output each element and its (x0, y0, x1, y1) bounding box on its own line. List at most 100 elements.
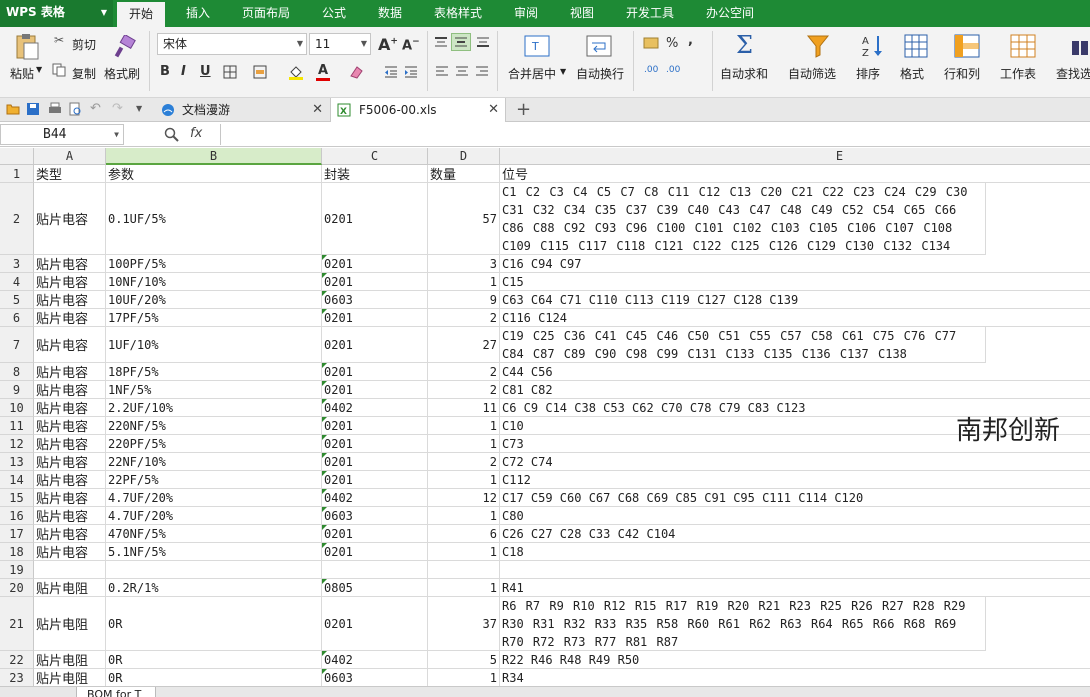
cell-quantity[interactable]: 57 (428, 183, 500, 255)
cell-param[interactable]: 220NF/5% (106, 417, 322, 435)
save-icon[interactable] (26, 102, 40, 116)
cell-param[interactable]: 0.2R/1% (106, 579, 322, 597)
sheet-tab[interactable]: BOM for T (76, 687, 156, 697)
cell-package[interactable]: 0201 (322, 435, 428, 453)
increase-font-icon[interactable]: A+ (378, 35, 398, 54)
row-number[interactable]: 18 (0, 543, 34, 561)
align-top-icon[interactable] (434, 36, 448, 48)
row-number[interactable]: 9 (0, 381, 34, 399)
align-bottom-icon[interactable] (476, 36, 490, 48)
cell-type[interactable]: 贴片电容 (34, 363, 106, 381)
align-left-icon[interactable] (435, 66, 449, 78)
cell-type[interactable]: 贴片电容 (34, 255, 106, 273)
wrap-text-button[interactable]: 自动换行 (576, 65, 624, 82)
cell-reference[interactable]: C17 C59 C60 C67 C68 C69 C85 C91 C95 C111… (500, 489, 1090, 507)
cell-param[interactable]: 22NF/10% (106, 453, 322, 471)
header-package[interactable]: 封装 (322, 165, 428, 183)
comma-icon[interactable]: , (688, 33, 693, 48)
new-tab-icon[interactable]: + (516, 99, 531, 120)
menu-office-space[interactable]: 办公空间 (706, 0, 754, 27)
cell-param[interactable]: 100PF/5% (106, 255, 322, 273)
row-number[interactable]: 22 (0, 651, 34, 669)
fill-color-icon[interactable] (288, 64, 304, 80)
column-header-b[interactable]: B (106, 148, 322, 165)
cell-package[interactable]: 0402 (322, 489, 428, 507)
cut-button[interactable]: 剪切 (72, 36, 96, 53)
decrease-decimal-icon[interactable]: .00 (666, 65, 680, 75)
cell-reference[interactable]: C72 C74 (500, 453, 1090, 471)
cell-reference[interactable]: C1 C2 C3 C4 C5 C7 C8 C11 C12 C13 C20 C21… (500, 183, 986, 255)
cell-type[interactable]: 贴片电容 (34, 327, 106, 363)
row-col-button[interactable]: 行和列 (944, 65, 980, 82)
cell-param[interactable]: 0R (106, 597, 322, 651)
increase-decimal-icon[interactable]: .00 (644, 65, 658, 75)
cell-package[interactable]: 0603 (322, 291, 428, 309)
cell-package[interactable]: 0201 (322, 453, 428, 471)
merge-center-button[interactable]: 合并居中 (508, 65, 556, 82)
cell-reference[interactable]: R34 (500, 669, 1090, 686)
menu-data[interactable]: 数据 (378, 0, 402, 27)
header-type[interactable]: 类型 (34, 165, 106, 183)
header-reference[interactable]: 位号 (500, 165, 1090, 183)
cell-type[interactable]: 贴片电容 (34, 273, 106, 291)
autosum-button[interactable]: 自动求和 (720, 65, 768, 82)
header-quantity[interactable]: 数量 (428, 165, 500, 183)
clear-format-icon[interactable] (348, 64, 364, 80)
row-number[interactable]: 20 (0, 579, 34, 597)
font-name-select[interactable]: 宋体 ▼ (157, 33, 307, 55)
cell-type[interactable]: 贴片电容 (34, 417, 106, 435)
function-icon[interactable]: fx (190, 126, 202, 141)
column-header-a[interactable]: A (34, 148, 106, 165)
chevron-down-icon[interactable]: ▼ (136, 104, 142, 113)
cell-param[interactable]: 470NF/5% (106, 525, 322, 543)
close-icon[interactable]: ✕ (312, 98, 323, 122)
percent-icon[interactable]: % (666, 36, 678, 51)
row-number[interactable]: 10 (0, 399, 34, 417)
cell-param[interactable]: 10NF/10% (106, 273, 322, 291)
row-number[interactable]: 5 (0, 291, 34, 309)
row-number[interactable]: 8 (0, 363, 34, 381)
row-number[interactable]: 7 (0, 327, 34, 363)
cell-reference[interactable]: C16 C94 C97 (500, 255, 1090, 273)
row-number[interactable]: 19 (0, 561, 34, 579)
cell-reference[interactable]: C15 (500, 273, 1090, 291)
format-painter-button[interactable]: 格式刷 (104, 65, 140, 82)
menu-view[interactable]: 视图 (570, 0, 594, 27)
app-menu-button[interactable]: WPS 表格 ▼ (0, 0, 113, 27)
menu-page-layout[interactable]: 页面布局 (242, 0, 290, 27)
zoom-search-icon[interactable] (164, 127, 180, 143)
cell-param[interactable]: 0R (106, 651, 322, 669)
font-size-select[interactable]: 11 ▼ (309, 33, 371, 55)
cell-quantity[interactable] (428, 561, 500, 579)
cell-package[interactable]: 0201 (322, 183, 428, 255)
cell-type[interactable]: 贴片电容 (34, 453, 106, 471)
row-number[interactable]: 15 (0, 489, 34, 507)
cell-package[interactable]: 0201 (322, 381, 428, 399)
cell-quantity[interactable]: 1 (428, 417, 500, 435)
cell-package[interactable]: 0201 (322, 525, 428, 543)
cell-quantity[interactable]: 1 (428, 273, 500, 291)
cell-package[interactable]: 0201 (322, 417, 428, 435)
underline-icon[interactable]: U (200, 64, 211, 79)
column-header-c[interactable]: C (322, 148, 428, 165)
cell-type[interactable]: 贴片电容 (34, 183, 106, 255)
cell-quantity[interactable]: 2 (428, 309, 500, 327)
currency-icon[interactable] (643, 36, 661, 50)
menu-insert[interactable]: 插入 (186, 0, 210, 27)
cell-reference[interactable]: C26 C27 C28 C33 C42 C104 (500, 525, 1090, 543)
cell-reference[interactable]: R22 R46 R48 R49 R50 (500, 651, 1090, 669)
bold-icon[interactable]: B (160, 64, 170, 79)
cell-param[interactable]: 0.1UF/5% (106, 183, 322, 255)
cell-package[interactable]: 0402 (322, 399, 428, 417)
row-number[interactable]: 11 (0, 417, 34, 435)
redo-icon[interactable]: ↷ (112, 101, 123, 116)
cell-reference[interactable]: C18 (500, 543, 1090, 561)
cell-type[interactable]: 贴片电容 (34, 291, 106, 309)
cell-reference[interactable]: C63 C64 C71 C110 C113 C119 C127 C128 C13… (500, 291, 1090, 309)
align-middle-button[interactable] (451, 33, 471, 51)
cell-type[interactable]: 贴片电容 (34, 525, 106, 543)
indent-decrease-icon[interactable] (384, 65, 398, 79)
formula-input[interactable] (220, 124, 1090, 145)
cell-quantity[interactable]: 11 (428, 399, 500, 417)
cell-quantity[interactable]: 9 (428, 291, 500, 309)
